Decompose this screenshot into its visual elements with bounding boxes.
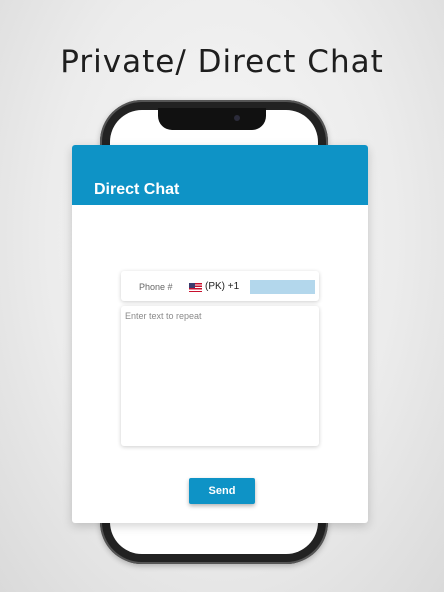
app-title: Direct Chat xyxy=(94,181,180,198)
phone-label: Phone # xyxy=(139,282,173,292)
app-window: Direct Chat Phone # (PK) +1 Send xyxy=(72,145,368,523)
promo-headline: Private/ Direct Chat xyxy=(60,44,384,80)
phone-number-input[interactable] xyxy=(250,280,315,294)
message-input[interactable] xyxy=(121,306,319,446)
phone-number-row: Phone # (PK) +1 xyxy=(121,271,319,301)
country-code-selector[interactable]: (PK) +1 xyxy=(205,281,239,292)
camera-icon xyxy=(234,115,240,121)
message-box xyxy=(121,306,319,446)
send-button[interactable]: Send xyxy=(189,478,255,504)
phone-notch xyxy=(158,108,266,130)
app-bar: Direct Chat xyxy=(72,145,368,205)
us-flag-icon[interactable] xyxy=(189,283,202,292)
